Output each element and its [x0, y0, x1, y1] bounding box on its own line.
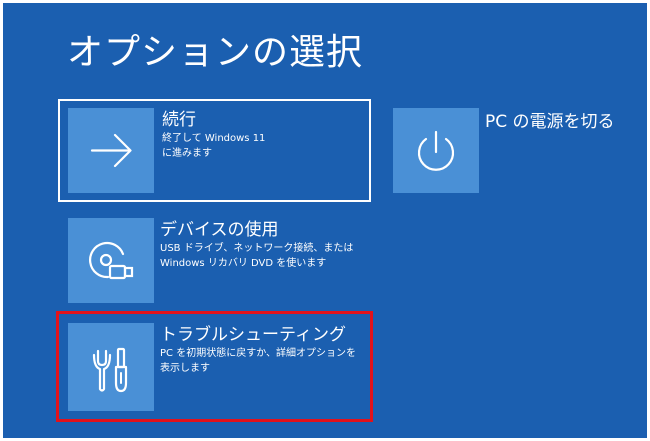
use-device-desc-line2: Windows リカバリ DVD を使います — [160, 258, 327, 269]
continue-desc-line2: に進みます — [162, 148, 212, 159]
troubleshoot-description: PC を初期状態に戻すか、詳細オプションを 表示します — [160, 346, 370, 376]
continue-option[interactable]: 続行 終了して Windows 11 に進みます — [58, 99, 371, 202]
continue-tile[interactable] — [68, 108, 154, 193]
troubleshoot-tile[interactable] — [68, 323, 154, 411]
troubleshoot-desc-line2: 表示します — [160, 363, 210, 374]
use-device-option[interactable]: デバイスの使用 USB ドライブ、ネットワーク接続、または Windows リカ… — [58, 207, 371, 307]
troubleshoot-option[interactable]: トラブルシューティング PC を初期状態に戻すか、詳細オプションを 表示します — [56, 311, 373, 422]
use-device-description: USB ドライブ、ネットワーク接続、または Windows リカバリ DVD を… — [160, 241, 370, 271]
use-device-desc-line1: USB ドライブ、ネットワーク接続、または — [160, 243, 354, 254]
power-off-title: PC の電源を切る — [485, 112, 615, 132]
continue-title: 続行 — [162, 110, 196, 130]
disc-device-icon — [89, 241, 134, 280]
power-off-option[interactable]: PC の電源を切る — [387, 99, 637, 199]
troubleshoot-title: トラブルシューティング — [160, 325, 346, 345]
power-icon — [417, 130, 455, 171]
continue-description: 終了して Windows 11 に進みます — [162, 131, 372, 161]
page-title: オプションの選択 — [67, 32, 364, 73]
arrow-right-icon — [90, 133, 132, 168]
troubleshoot-desc-line1: PC を初期状態に戻すか、詳細オプションを — [160, 348, 356, 359]
continue-desc-line1: 終了して Windows 11 — [162, 133, 266, 144]
use-device-title: デバイスの使用 — [160, 220, 279, 240]
tools-icon — [92, 347, 128, 393]
power-off-tile[interactable] — [393, 108, 479, 193]
recovery-screen: オプションの選択 続行 終了して Windows 11 に進みます デバイスの使… — [3, 3, 647, 438]
use-device-tile[interactable] — [68, 218, 154, 303]
